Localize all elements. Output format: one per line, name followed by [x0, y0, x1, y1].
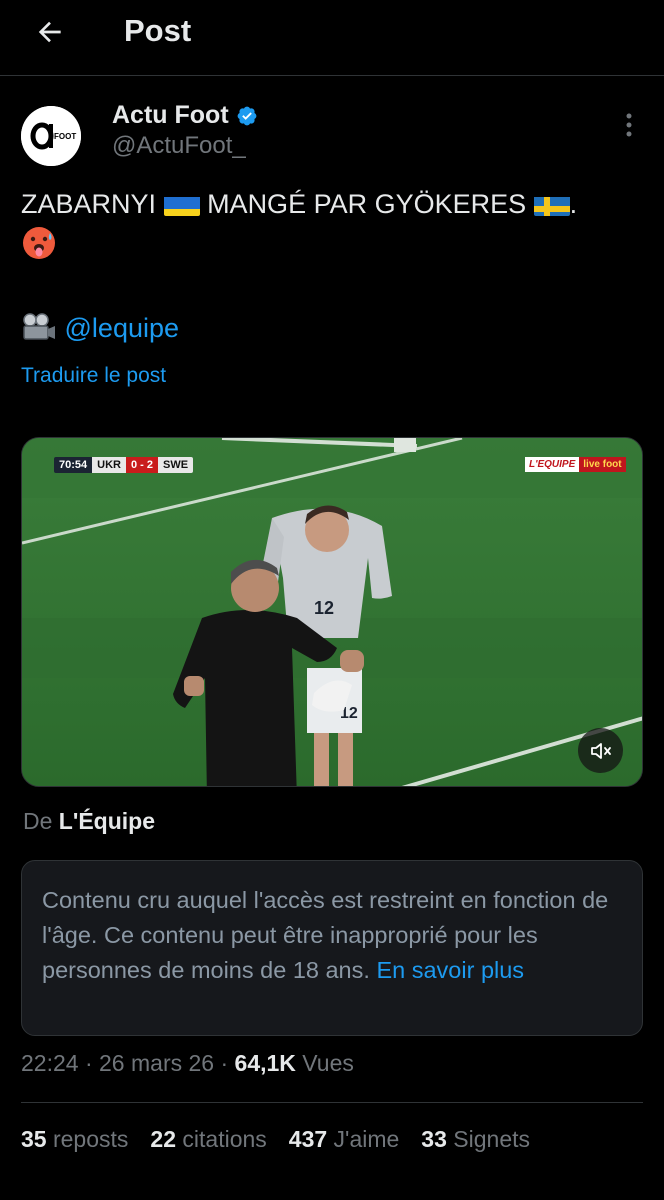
away-team: SWE: [158, 457, 194, 473]
quotes-label: citations: [182, 1126, 267, 1152]
likes-label: J'aime: [333, 1126, 400, 1152]
post-time[interactable]: 22:24: [21, 1050, 79, 1076]
score-bug: 70:54 UKR 0 - 2 SWE: [54, 457, 194, 473]
tweet-text-part-1: ZABARNYI: [21, 189, 157, 219]
home-team: UKR: [92, 457, 126, 473]
display-name[interactable]: Actu Foot: [112, 101, 229, 130]
film-camera-icon: [21, 312, 57, 353]
likes-stat[interactable]: 437 J'aime: [289, 1126, 400, 1153]
ukraine-flag-icon: [163, 192, 200, 216]
svg-text:FOOT: FOOT: [54, 132, 76, 141]
reposts-count: 35: [21, 1126, 47, 1152]
meta-separator: ·: [220, 1050, 229, 1076]
svg-text:12: 12: [314, 598, 334, 618]
more-options-button[interactable]: [614, 110, 644, 140]
tweet-text-part-2: MANGÉ PAR GYÖKERES: [207, 189, 527, 219]
video-frame: 12 12: [22, 438, 642, 786]
mention-link[interactable]: @lequipe: [65, 313, 180, 343]
age-restriction-notice: Contenu cru auquel l'accès est restreint…: [21, 860, 643, 1036]
quotes-count: 22: [150, 1126, 177, 1152]
post-date[interactable]: 26 mars 26: [99, 1050, 214, 1076]
translate-post-link[interactable]: Traduire le post: [21, 364, 166, 388]
bookmarks-count: 33: [421, 1126, 447, 1152]
tweet-text: ZABARNYI MANGÉ PAR GYÖKERES .: [21, 184, 641, 272]
top-bar: Post: [0, 0, 664, 76]
sweden-flag-icon: [533, 192, 570, 216]
likes-count: 437: [288, 1126, 328, 1152]
more-vertical-icon: [626, 113, 632, 137]
reposts-label: reposts: [52, 1126, 129, 1152]
match-time: 70:54: [54, 457, 93, 473]
page-title: Post: [124, 13, 192, 48]
video-player[interactable]: 12 12 70:54 UKR 0 - 2 SWE L'EQUIPE live …: [21, 437, 643, 787]
views-count: 64,1K: [234, 1050, 296, 1076]
broadcaster-name: L'EQUIPE: [525, 457, 580, 472]
broadcaster-tag: live foot: [579, 457, 626, 472]
broadcaster-logo: L'EQUIPE live foot: [525, 457, 626, 472]
tweet-text-part-3: .: [569, 189, 578, 219]
media-source: De L'Équipe: [23, 808, 155, 835]
bookmarks-label: Signets: [453, 1126, 530, 1152]
media-source-name[interactable]: L'Équipe: [59, 808, 155, 834]
back-button[interactable]: [30, 12, 70, 52]
mute-button[interactable]: [578, 728, 623, 773]
quotes-stat[interactable]: 22 citations: [150, 1126, 266, 1153]
bookmarks-stat[interactable]: 33 Signets: [421, 1126, 530, 1153]
avatar[interactable]: FOOT: [21, 106, 81, 166]
source-credit-line: @lequipe: [21, 308, 179, 353]
actu-foot-logo-icon: FOOT: [21, 106, 81, 166]
author-name-row[interactable]: Actu Foot: [112, 101, 258, 130]
match-score: 0 - 2: [125, 457, 158, 473]
post-meta: 22:24 · 26 mars 26 · 64,1K Vues: [21, 1050, 354, 1077]
divider: [21, 1102, 643, 1103]
arrow-left-icon: [38, 21, 61, 43]
engagement-stats: 35 reposts 22 citations 437 J'aime 33 Si…: [21, 1126, 530, 1153]
meta-separator: ·: [84, 1050, 93, 1076]
speaker-muted-icon: [590, 742, 611, 759]
views-label: Vues: [302, 1050, 354, 1076]
learn-more-link[interactable]: En savoir plus: [376, 957, 524, 983]
author-handle[interactable]: @ActuFoot_: [112, 132, 246, 160]
hot-face-emoji: [21, 225, 57, 272]
reposts-stat[interactable]: 35 reposts: [21, 1126, 128, 1153]
verified-badge-icon: [237, 106, 257, 125]
media-source-prefix: De: [23, 808, 53, 834]
